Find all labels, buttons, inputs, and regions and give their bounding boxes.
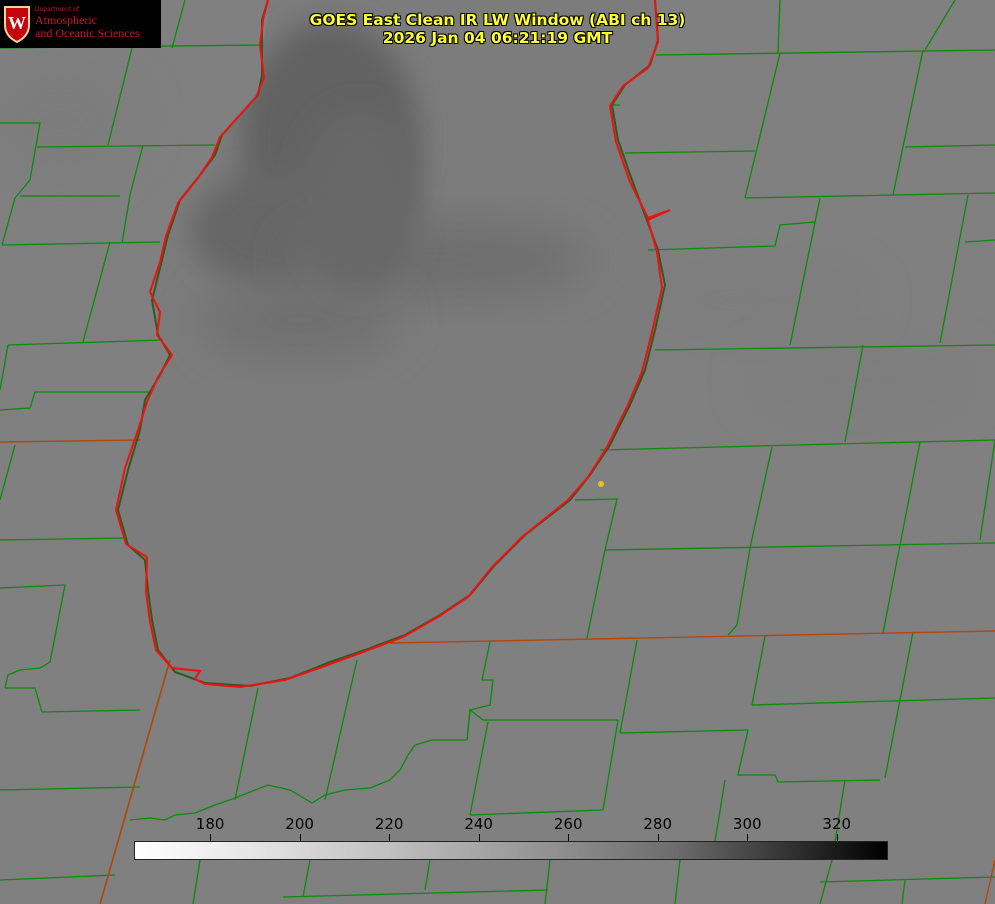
colorbar-tick-mark — [478, 834, 480, 841]
uw-aos-logo: W Department of Atmospheric and Oceanic … — [0, 0, 161, 48]
colorbar-tick-label: 220 — [374, 815, 404, 833]
title-timestamp: 2026 Jan 04 06:21:19 GMT — [382, 29, 613, 47]
svg-text:W: W — [8, 13, 26, 33]
colorbar-tick-mark — [389, 834, 391, 841]
satellite-map — [0, 0, 995, 904]
colorbar-tick-mark — [299, 834, 301, 841]
colorbar-tick-label: 260 — [553, 815, 583, 833]
colorbar-tick-label: 280 — [643, 815, 673, 833]
uw-shield-icon: W — [4, 6, 30, 43]
colorbar-tick-label: 240 — [464, 815, 493, 833]
logo-department-label: Department of — [35, 6, 79, 13]
satellite-image-frame: W Department of Atmospheric and Oceanic … — [0, 0, 995, 904]
colorbar-tick-mark — [836, 834, 838, 841]
colorbar-tick-mark — [568, 834, 570, 841]
colorbar-tick-label: 180 — [195, 815, 225, 833]
colorbar-tick-label: 320 — [822, 815, 852, 833]
colorbar-tick-label: 200 — [285, 815, 314, 833]
colorbar-tick-mark — [210, 834, 212, 841]
logo-line2: and Oceanic Sciences — [35, 26, 140, 40]
colorbar-gradient — [134, 841, 888, 860]
colorbar-tick-mark — [747, 834, 749, 841]
title-product: GOES East Clean IR LW Window (ABI ch 13) — [309, 11, 686, 29]
station-marker — [598, 481, 604, 487]
colorbar-tick-mark — [657, 834, 659, 841]
colorbar-tick-label: 300 — [732, 815, 762, 833]
image-title: GOES East Clean IR LW Window (ABI ch 13)… — [250, 11, 745, 47]
